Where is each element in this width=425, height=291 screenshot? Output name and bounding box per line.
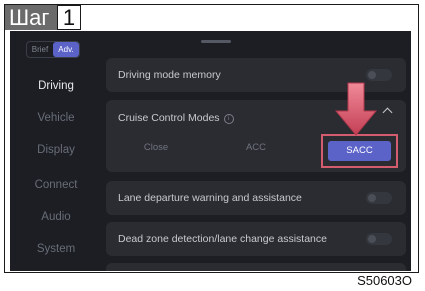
cruise-control-label: Cruise Control Modes i <box>118 112 234 124</box>
drag-handle[interactable] <box>201 40 231 43</box>
switch-knob <box>368 71 376 79</box>
brief-mode-button[interactable]: Brief <box>27 42 53 57</box>
advanced-mode-button[interactable]: Adv. <box>53 42 79 57</box>
sacc-highlight-box: SACC <box>321 134 398 168</box>
pointer-arrow-icon <box>334 82 378 136</box>
settings-content: Driving mode memory Cruise Control Modes… <box>106 31 408 271</box>
next-setting-row[interactable] <box>106 263 406 271</box>
driving-mode-memory-switch[interactable] <box>366 69 392 81</box>
dead-zone-row[interactable]: Dead zone detection/lane change assistan… <box>106 222 406 256</box>
sidebar-item-driving[interactable]: Driving <box>10 80 102 92</box>
step-number: 1 <box>57 5 81 30</box>
dead-zone-switch[interactable] <box>366 233 392 245</box>
view-mode-toggle[interactable]: Brief Adv. <box>26 41 80 58</box>
cruise-option-close[interactable]: Close <box>126 142 186 153</box>
cruise-control-text: Cruise Control Modes <box>118 112 220 124</box>
step-label: Шаг <box>5 5 58 30</box>
lane-departure-row[interactable]: Lane departure warning and assistance <box>106 181 406 215</box>
lane-departure-switch[interactable] <box>366 192 392 204</box>
sidebar-item-display[interactable]: Display <box>10 144 102 156</box>
switch-knob <box>368 194 376 202</box>
cruise-option-acc[interactable]: ACC <box>226 142 286 153</box>
driving-mode-memory-label: Driving mode memory <box>118 69 221 81</box>
sidebar-item-connect[interactable]: Connect <box>10 179 102 191</box>
info-icon[interactable]: i <box>223 114 234 124</box>
cruise-option-sacc[interactable]: SACC <box>328 141 391 161</box>
switch-knob <box>368 235 376 243</box>
sidebar-item-system[interactable]: System <box>10 243 102 255</box>
infotainment-screen: Brief Adv. Driving Vehicle Display Conne… <box>10 31 411 271</box>
sidebar-item-vehicle[interactable]: Vehicle <box>10 112 102 124</box>
lane-departure-label: Lane departure warning and assistance <box>118 192 302 204</box>
dead-zone-label: Dead zone detection/lane change assistan… <box>118 233 327 245</box>
sidebar-item-audio[interactable]: Audio <box>10 211 102 223</box>
image-code: S50603O <box>357 273 412 288</box>
settings-sidebar: Brief Adv. Driving Vehicle Display Conne… <box>10 31 102 271</box>
